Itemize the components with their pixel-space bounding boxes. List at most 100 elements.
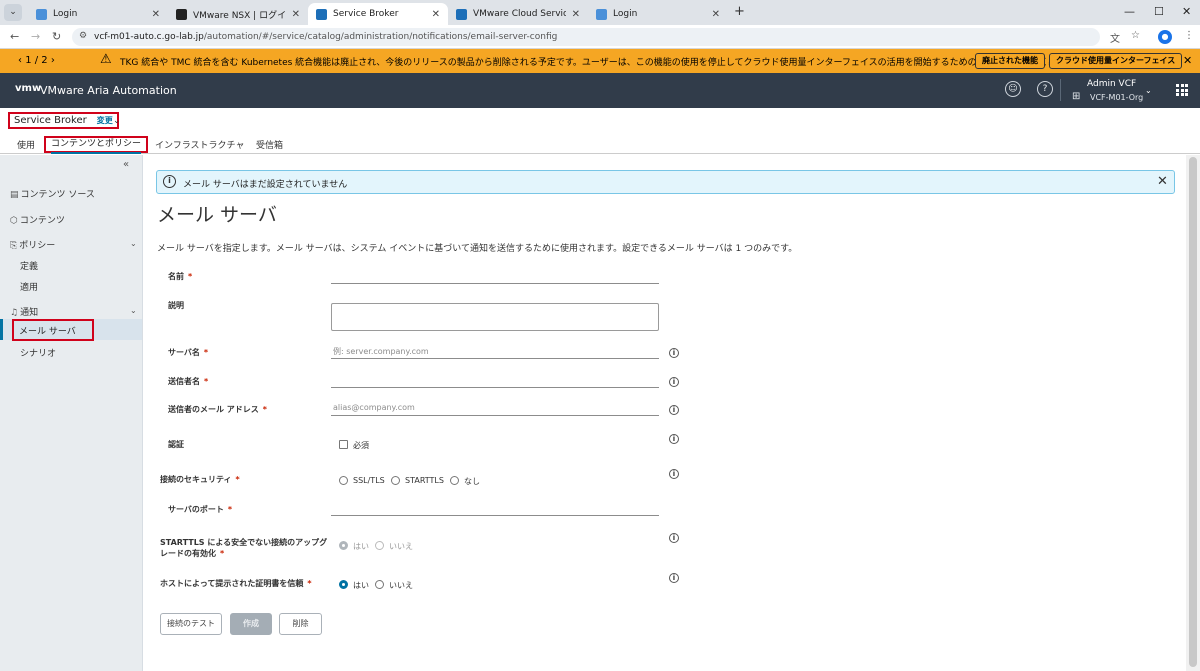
sender-name-input[interactable] <box>331 373 659 388</box>
auth-required-checkbox[interactable] <box>339 440 348 449</box>
required-mark: * <box>262 405 267 414</box>
close-icon[interactable]: ✕ <box>712 9 720 20</box>
window-close-icon[interactable]: ✕ <box>1182 5 1191 18</box>
tab-consume[interactable]: 使用 <box>17 138 35 151</box>
starttls-radio[interactable] <box>391 476 400 485</box>
browser-tab[interactable]: VMware NSX | ログイン ✕ <box>168 3 308 25</box>
site-info-icon[interactable]: ⚙ <box>79 31 87 41</box>
auth-required-label[interactable]: 必須 <box>353 440 369 451</box>
none-label[interactable]: なし <box>464 476 480 487</box>
close-icon[interactable]: ✕ <box>292 9 300 20</box>
server-name-input[interactable]: 例: server.company.com <box>331 344 659 359</box>
info-icon[interactable]: i <box>669 405 679 415</box>
starttls-label[interactable]: STARTTLS <box>405 476 444 485</box>
scrollbar-thumb[interactable] <box>1189 157 1197 667</box>
collapse-sidebar-icon[interactable]: « <box>123 159 129 170</box>
forward-icon[interactable]: → <box>31 30 40 43</box>
sidebar-item-label: ポリシー <box>19 241 56 251</box>
app-switcher-grid-icon[interactable] <box>1176 84 1188 96</box>
sidebar-item-enforcement[interactable]: 適用 <box>20 280 38 293</box>
info-icon[interactable]: i <box>669 434 679 444</box>
browser-tab[interactable]: VMware Cloud Services ✕ <box>448 3 588 25</box>
sidebar-item-scenarios[interactable]: シナリオ <box>20 346 56 359</box>
name-input[interactable] <box>331 269 659 284</box>
sender-email-input[interactable]: alias@company.com <box>331 401 659 416</box>
reload-icon[interactable]: ↻ <box>52 30 61 43</box>
user-name[interactable]: Admin VCF <box>1087 79 1136 89</box>
url-bar[interactable]: ⚙ vcf-m01-auto.c.go-lab.jp/automation/#/… <box>72 28 1100 46</box>
browser-tab[interactable]: Login ✕ <box>588 3 728 25</box>
delete-button[interactable]: 削除 <box>279 613 322 635</box>
deprecated-features-button[interactable]: 廃止された機能 <box>975 53 1045 69</box>
page-title: メール サーバ <box>157 204 277 226</box>
browser-tab-active[interactable]: Service Broker ✕ <box>308 3 448 25</box>
trust-certificate-label: ホストによって提示された証明書を信頼 * <box>160 578 312 589</box>
page-scrollbar[interactable] <box>1186 155 1200 671</box>
bookmark-star-icon[interactable]: ☆ <box>1131 30 1140 41</box>
cloud-usage-interface-button[interactable]: クラウド使用量インターフェイス <box>1049 53 1183 69</box>
org-name[interactable]: VCF-M01-Org <box>1090 93 1143 102</box>
close-icon[interactable]: ✕ <box>572 9 580 20</box>
server-name-label: サーバ名 * <box>168 347 208 358</box>
sidebar-item-content-source[interactable]: ▤ コンテンツ ソース <box>10 187 95 200</box>
banner-pager[interactable]: ‹ 1 / 2 › <box>18 55 55 66</box>
tab-search-icon[interactable]: ⌄ <box>4 4 22 21</box>
starttls-upgrade-yes-label[interactable]: はい <box>353 541 369 552</box>
tab-inbox[interactable]: 受信箱 <box>256 138 283 151</box>
create-button[interactable]: 作成 <box>230 613 272 635</box>
back-icon[interactable]: ← <box>10 30 19 43</box>
ssl-tls-radio[interactable] <box>339 476 348 485</box>
user-menu-chevron-icon[interactable]: ⌄ <box>1145 86 1152 95</box>
starttls-upgrade-no-radio[interactable] <box>375 541 384 550</box>
trust-cert-no-label[interactable]: いいえ <box>389 580 413 591</box>
info-icon[interactable]: i <box>669 348 679 358</box>
sidebar-item-notifications[interactable]: ♫ 通知 <box>10 305 38 318</box>
chevron-down-icon[interactable]: ⌄ <box>130 239 137 248</box>
sidebar-item-content[interactable]: ⬡ コンテンツ <box>10 213 65 226</box>
banner-close-icon[interactable]: ✕ <box>1183 54 1192 67</box>
test-connection-button[interactable]: 接続のテスト <box>160 613 222 635</box>
kebab-menu-icon[interactable]: ⋮ <box>1184 30 1194 41</box>
service-chevron-down-icon[interactable]: ⌄ <box>113 116 121 126</box>
none-radio[interactable] <box>450 476 459 485</box>
label-text: 接続のセキュリティ <box>160 475 232 484</box>
cube-icon: ⬡ <box>10 216 18 226</box>
banner-pager-text: 1 / 2 <box>25 55 48 66</box>
chevron-down-icon[interactable]: ⌄ <box>130 306 137 315</box>
change-service-link[interactable]: 変更 <box>97 115 113 126</box>
sidebar-item-definitions[interactable]: 定義 <box>20 259 38 272</box>
required-mark: * <box>220 549 225 558</box>
maximize-icon[interactable]: ☐ <box>1154 5 1164 18</box>
info-icon[interactable]: i <box>669 533 679 543</box>
description-textarea[interactable] <box>331 303 659 331</box>
tab-content-and-policies[interactable]: コンテンツとポリシー <box>44 136 149 154</box>
ssl-tls-label[interactable]: SSL/TLS <box>353 476 385 485</box>
close-icon[interactable]: ✕ <box>432 9 440 20</box>
close-icon[interactable]: ✕ <box>152 9 160 20</box>
feedback-smile-icon[interactable]: ☺ <box>1005 81 1021 97</box>
sidebar-item-email-server[interactable]: メール サーバ <box>12 319 94 341</box>
vmware-icon <box>316 8 327 20</box>
trust-cert-yes-radio[interactable] <box>339 580 348 589</box>
info-icon[interactable]: i <box>669 573 679 583</box>
profile-avatar-icon[interactable]: ● <box>1158 30 1172 44</box>
alert-close-icon[interactable]: ✕ <box>1157 174 1168 189</box>
translate-icon[interactable]: 文 <box>1110 30 1120 45</box>
required-mark: * <box>204 377 209 386</box>
trust-cert-yes-label[interactable]: はい <box>353 580 369 591</box>
starttls-upgrade-yes-radio[interactable] <box>339 541 348 550</box>
tab-infrastructure[interactable]: インフラストラクチャ <box>155 138 244 151</box>
minimize-icon[interactable]: — <box>1124 5 1135 18</box>
tab-title: Login <box>53 9 78 19</box>
info-icon[interactable]: i <box>669 377 679 387</box>
server-port-input[interactable] <box>331 501 659 516</box>
help-icon[interactable]: ? <box>1037 81 1053 97</box>
sidebar-item-policy[interactable]: ⎘ ポリシー <box>10 238 55 251</box>
sidebar: « ▤ コンテンツ ソース ⬡ コンテンツ ⎘ ポリシー ⌄ 定義 適用 ♫ 通知 ⌄ … <box>0 155 143 671</box>
new-tab-icon[interactable]: + <box>734 4 745 19</box>
starttls-upgrade-no-label[interactable]: いいえ <box>389 541 413 552</box>
browser-tab[interactable]: Login ✕ <box>28 3 168 25</box>
info-icon[interactable]: i <box>669 469 679 479</box>
globe-icon <box>596 8 607 20</box>
trust-cert-no-radio[interactable] <box>375 580 384 589</box>
